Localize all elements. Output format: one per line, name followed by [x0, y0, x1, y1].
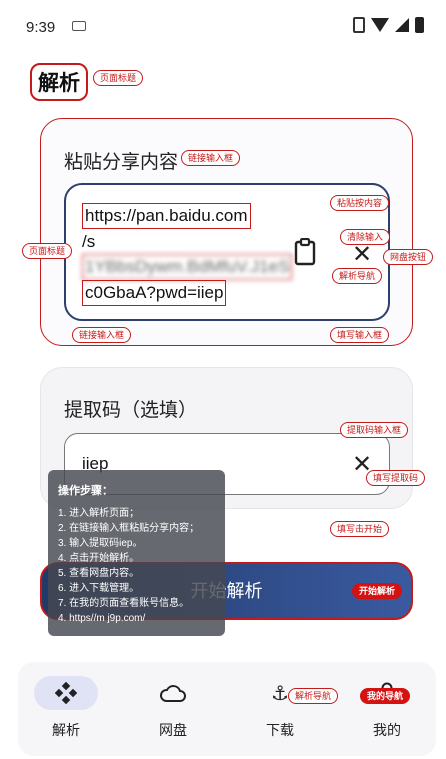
page-title: 解析 — [30, 63, 88, 101]
tap-start-tag: 填写击开始 — [330, 521, 390, 537]
pan-button-tag: 网盘按钮 — [383, 249, 434, 265]
link-line-2: /s — [82, 232, 96, 251]
code-label: 提取码（选填） — [64, 400, 198, 421]
link-line-3: 1YBbsDywm.BdMfuV.J1eS — [82, 254, 293, 280]
nav-label-pan: 网盘 — [159, 722, 187, 738]
nav-label-parse: 解析 — [52, 722, 80, 738]
link-input-bottom-tag: 链接输入框 — [72, 327, 132, 343]
nav-item-pan[interactable]: 网盘 — [133, 676, 213, 740]
anchor-icon: ⚓ — [271, 682, 289, 705]
link-line-4: c0GbaA?pwd=iiep — [82, 280, 227, 306]
step-line: 3. 输入提取码iep。 — [58, 538, 143, 549]
steps-tooltip: 操作步骤： 1. 进入解析页面； 2. 在链接输入框粘贴分享内容； 3. 输入提… — [48, 470, 225, 636]
vibrate-icon — [353, 17, 365, 33]
nav-label-mine: 我的 — [373, 722, 401, 738]
keyboard-icon — [72, 21, 86, 31]
left-title-tag: 页面标题 — [22, 243, 73, 259]
nav-item-mine[interactable]: 我的 — [347, 676, 427, 740]
parse-nav-bottom-tag: 解析导航 — [288, 688, 339, 704]
battery-icon — [415, 17, 424, 33]
code-input-tag: 提取码输入框 — [340, 422, 409, 438]
step-line: 6. 进入下载管理。 — [58, 583, 140, 594]
step-line: 5. 查看网盘内容。 — [58, 568, 140, 579]
step-line: 2. 在链接输入框粘贴分享内容； — [58, 523, 200, 534]
nav-item-parse[interactable]: 解析 — [26, 676, 106, 740]
link-input-tag: 链接输入框 — [181, 150, 241, 166]
steps-title: 操作步骤： — [58, 485, 113, 497]
apps-icon — [55, 682, 77, 704]
page-title-tag: 页面标题 — [93, 70, 144, 86]
status-time: 9:39 — [26, 19, 56, 36]
paste-icon[interactable] — [294, 238, 316, 266]
cloud-icon — [160, 685, 186, 702]
step-line: 7. 在我的页面查看账号信息。 — [58, 598, 190, 609]
signal-icon — [395, 18, 409, 32]
step-line: 4. https//m j9p.com/ — [58, 613, 146, 624]
share-label: 粘贴分享内容 — [64, 152, 179, 173]
parse-nav-tag: 解析导航 — [332, 268, 383, 284]
fill-code-tag: 填写提取码 — [366, 470, 426, 486]
paste-tag: 粘贴按内容 — [330, 195, 390, 211]
step-line: 4. 点击开始解析。 — [58, 553, 140, 564]
start-parse-tag: 开始解析 — [352, 583, 403, 599]
fill-input-tag: 填写输入框 — [330, 327, 390, 343]
clear-tag: 清除输入 — [340, 229, 391, 245]
nav-item-download[interactable]: ⚓ 下载 — [240, 676, 320, 740]
status-icons — [353, 17, 424, 33]
nav-label-download: 下载 — [266, 722, 294, 738]
link-line-1: https://pan.baidu.com — [82, 203, 251, 229]
mine-nav-tag: 我的导航 — [360, 688, 411, 704]
step-line: 1. 进入解析页面； — [58, 508, 140, 519]
wifi-icon — [371, 18, 389, 32]
